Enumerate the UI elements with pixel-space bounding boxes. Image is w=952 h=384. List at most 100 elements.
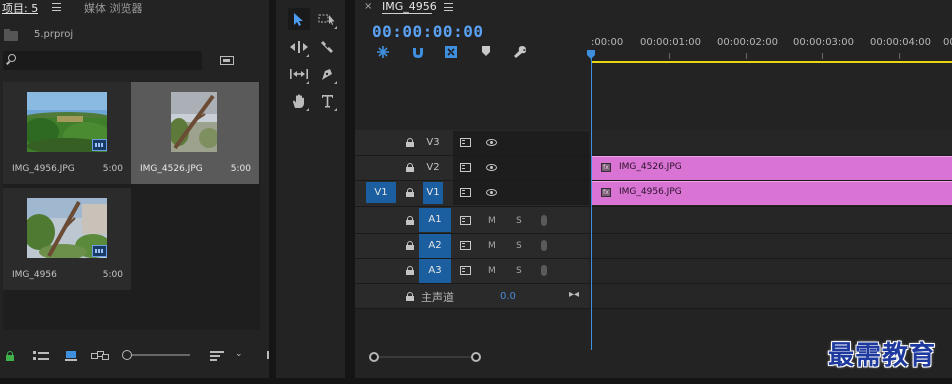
- microphone-icon[interactable]: [541, 265, 547, 276]
- track-name-v1[interactable]: V1: [423, 182, 443, 204]
- sort-icon[interactable]: [210, 351, 224, 361]
- solo-toggle[interactable]: S: [516, 266, 522, 276]
- source-patch-v1[interactable]: V1: [366, 182, 396, 203]
- tool-group-indicator: [306, 108, 309, 111]
- time-ruler[interactable]: :00:00 00:00:01:00 00:00:02:00 00:00:03:…: [591, 33, 952, 63]
- close-icon[interactable]: ×: [364, 1, 372, 12]
- solo-toggle[interactable]: S: [516, 241, 522, 251]
- sync-lock-icon[interactable]: [460, 266, 471, 275]
- ripple-edit-tool[interactable]: [288, 36, 310, 58]
- microphone-icon[interactable]: [541, 240, 547, 251]
- track-name-v3[interactable]: V3: [423, 137, 443, 148]
- playhead-line[interactable]: [591, 53, 592, 350]
- track-lock-icon[interactable]: [406, 266, 414, 275]
- project-tab-strip: 项目: 5 媒体 浏览器: [0, 0, 269, 16]
- sync-lock-icon[interactable]: [460, 241, 471, 250]
- razor-icon: [321, 41, 333, 53]
- fx-badge-icon: fx: [601, 188, 611, 197]
- media-item-duration: 5:00: [102, 270, 123, 280]
- track-controls-bg: [453, 181, 589, 205]
- hand-icon: [293, 93, 304, 108]
- track-lock-icon[interactable]: [406, 188, 414, 197]
- track-name-a1[interactable]: A1: [419, 208, 451, 232]
- ruler-label: :00:00: [591, 37, 624, 48]
- track-divider: [355, 283, 952, 284]
- scrollbar-right-handle[interactable]: [471, 352, 481, 362]
- tab-sequence[interactable]: IMG_4956: [382, 0, 437, 13]
- track-name-a2[interactable]: A2: [419, 234, 451, 258]
- tab-media-browser-label: 媒体 浏览器: [84, 2, 143, 15]
- ruler-label: 00:00:02:00: [717, 37, 779, 48]
- mute-toggle[interactable]: M: [488, 266, 496, 276]
- thumbnail-image: [171, 92, 217, 152]
- track-controls-bg: [453, 131, 589, 155]
- track-lock-icon[interactable]: [406, 292, 414, 301]
- slip-tool[interactable]: [288, 63, 310, 85]
- media-item-duration: 5:00: [230, 164, 251, 174]
- wrench-icon[interactable]: [513, 45, 527, 59]
- timeline-zoom-scrollbar[interactable]: [369, 352, 481, 362]
- lock-icon[interactable]: [6, 351, 14, 361]
- hand-tool[interactable]: [288, 90, 310, 112]
- media-item[interactable]: IMG_4526.JPG 5:00: [131, 82, 259, 184]
- media-item[interactable]: IMG_4956 5:00: [3, 188, 131, 290]
- project-footer-toolbar: ⌄: [0, 345, 270, 367]
- zoom-slider[interactable]: [122, 350, 192, 360]
- type-tool[interactable]: [316, 90, 338, 112]
- selection-tool[interactable]: [288, 8, 310, 30]
- media-item[interactable]: IMG_4956.JPG 5:00: [3, 82, 131, 184]
- media-item-name: IMG_4526.JPG: [140, 164, 203, 174]
- microphone-icon[interactable]: [541, 215, 547, 226]
- pen-tool[interactable]: [316, 63, 338, 85]
- type-icon: [321, 95, 333, 108]
- chevron-down-icon[interactable]: ⌄: [235, 349, 243, 359]
- nest-toggle-icon[interactable]: [376, 45, 390, 59]
- sync-lock-icon[interactable]: [460, 188, 471, 197]
- new-bin-button[interactable]: [220, 54, 234, 65]
- panel-divider[interactable]: [269, 0, 276, 378]
- mute-toggle[interactable]: M: [488, 216, 496, 226]
- eye-icon[interactable]: [486, 164, 497, 171]
- eye-icon[interactable]: [486, 139, 497, 146]
- ruler-label: 00:00:04:00: [870, 37, 932, 48]
- master-volume-value[interactable]: 0.0: [500, 291, 516, 302]
- snap-icon[interactable]: [411, 45, 425, 59]
- ruler-label: 00:00:01:00: [640, 37, 702, 48]
- mute-toggle[interactable]: M: [488, 241, 496, 251]
- panel-menu-icon[interactable]: [52, 3, 61, 11]
- arrow-icon: [294, 12, 303, 26]
- tab-media-browser[interactable]: 媒体 浏览器: [84, 0, 143, 16]
- track-lock-icon[interactable]: [406, 163, 414, 172]
- sync-lock-icon[interactable]: [460, 163, 471, 172]
- sync-lock-icon[interactable]: [460, 138, 471, 147]
- playhead-timecode[interactable]: 00:00:00:00: [372, 22, 483, 41]
- track-name-v2[interactable]: V2: [423, 162, 443, 173]
- track-lock-icon[interactable]: [406, 216, 414, 225]
- scrollbar-left-handle[interactable]: [369, 352, 379, 362]
- tab-project[interactable]: 项目: 5: [2, 0, 39, 16]
- clip-label: IMG_4956.JPG: [619, 187, 682, 197]
- panel-menu-icon[interactable]: [444, 3, 453, 11]
- track-lock-icon[interactable]: [406, 138, 414, 147]
- track-controls-bg: [453, 156, 589, 180]
- add-marker-icon[interactable]: [481, 45, 495, 59]
- media-item-name: IMG_4956: [12, 270, 57, 280]
- razor-tool[interactable]: [316, 36, 338, 58]
- list-view-icon[interactable]: [33, 351, 49, 361]
- solo-toggle[interactable]: S: [516, 216, 522, 226]
- tool-group-indicator: [334, 108, 337, 111]
- track-select-tool[interactable]: [316, 8, 338, 30]
- panel-divider[interactable]: [345, 0, 355, 378]
- freeform-view-icon[interactable]: [91, 351, 109, 361]
- sync-lock-icon[interactable]: [460, 216, 471, 225]
- track-name-a3[interactable]: A3: [419, 259, 451, 283]
- timeline-clip[interactable]: fx IMG_4526.JPG: [591, 156, 952, 180]
- eye-icon[interactable]: [486, 189, 497, 196]
- linked-selection-icon[interactable]: [444, 45, 458, 59]
- track-lock-icon[interactable]: [406, 241, 414, 250]
- icon-view-icon[interactable]: [65, 351, 77, 361]
- work-area-bar[interactable]: [591, 61, 952, 63]
- search-input[interactable]: [3, 51, 202, 70]
- go-to-end-icon[interactable]: ▸◂: [569, 289, 579, 300]
- timeline-clip[interactable]: fx IMG_4956.JPG: [591, 181, 952, 205]
